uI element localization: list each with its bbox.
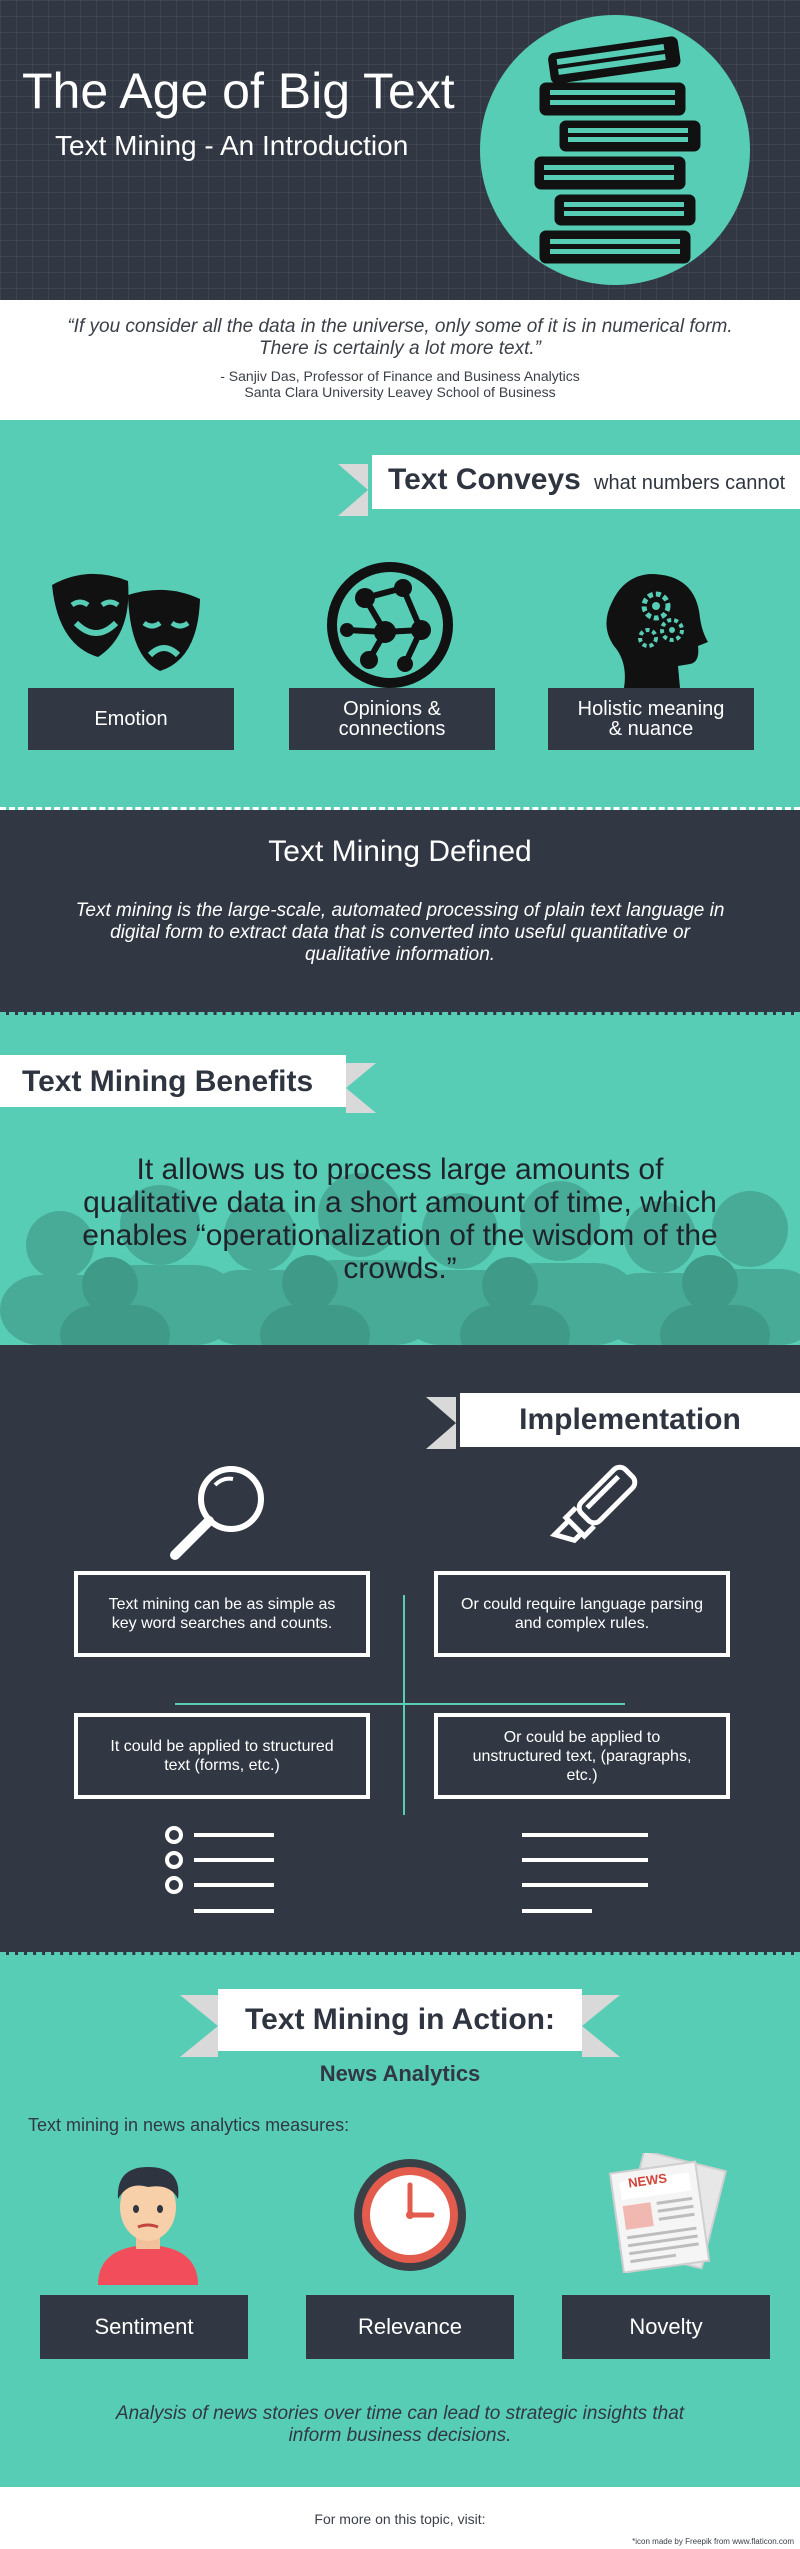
icon-credit: *icon made by Freepik from www.flaticon.… bbox=[632, 2537, 794, 2546]
measure-box-sentiment: Sentiment bbox=[40, 2295, 248, 2359]
text-conveys-section: Text Conveys what numbers cannot Emotion… bbox=[0, 420, 800, 810]
ribbon-fold bbox=[426, 1397, 456, 1423]
magnifying-glass-icon bbox=[170, 1466, 264, 1560]
benefits-section: Text Mining Benefits It allows us to pro… bbox=[0, 1015, 800, 1345]
attribution-line-2: Santa Clara University Leavey School of … bbox=[244, 384, 556, 400]
footer-text: For more on this topic, visit: bbox=[314, 2511, 486, 2527]
attribution-line-1: - Sanjiv Das, Professor of Finance and B… bbox=[220, 368, 580, 384]
clock-icon bbox=[354, 2159, 466, 2271]
benefits-ribbon: Text Mining Benefits bbox=[0, 1055, 346, 1107]
ribbon-fold bbox=[582, 2026, 620, 2057]
benefits-body: It allows us to process large amounts of… bbox=[82, 1153, 718, 1285]
implementation-heading: Implementation bbox=[519, 1403, 741, 1436]
paragraph-text-icon bbox=[522, 1833, 648, 1913]
action-section: Text Mining in Action: News Analytics Te… bbox=[0, 1955, 800, 2487]
defined-section: Text Mining Defined Text mining is the l… bbox=[0, 810, 800, 1015]
action-conclusion: Analysis of news stories over time can l… bbox=[115, 2403, 685, 2446]
head-gears-icon bbox=[606, 574, 708, 688]
theater-masks-icon bbox=[52, 573, 200, 671]
ribbon-fold bbox=[582, 1995, 620, 2026]
divider-vertical bbox=[403, 1595, 405, 1815]
measure-box-relevance: Relevance bbox=[306, 2295, 514, 2359]
person-avatar-icon bbox=[98, 2167, 198, 2285]
network-globe-icon bbox=[327, 562, 453, 688]
conveys-box-opinions: Opinions & connections bbox=[289, 688, 495, 750]
ribbon-fold bbox=[346, 1088, 376, 1113]
implementation-box-unstructured: Or could be applied to unstructured text… bbox=[434, 1713, 730, 1799]
implementation-ribbon: Implementation bbox=[460, 1393, 800, 1447]
defined-heading: Text Mining Defined bbox=[268, 835, 532, 868]
benefits-heading: Text Mining Benefits bbox=[22, 1065, 314, 1098]
action-subheading: News Analytics bbox=[319, 2061, 481, 2086]
footer: For more on this topic, visit: *icon mad… bbox=[0, 2487, 800, 2549]
ribbon-fold bbox=[346, 1063, 376, 1088]
divider-horizontal bbox=[175, 1703, 625, 1705]
quote-text: “If you consider all the data in the uni… bbox=[67, 316, 733, 359]
page-title: The Age of Big Text bbox=[22, 63, 455, 119]
implementation-section: Implementation Text mining can be as sim… bbox=[0, 1345, 800, 1955]
ribbon-fold bbox=[180, 2026, 218, 2057]
implementation-box-complex: Or could require language parsing and co… bbox=[434, 1571, 730, 1657]
implementation-box-simple: Text mining can be as simple as key word… bbox=[74, 1571, 370, 1657]
ribbon-fold bbox=[338, 490, 368, 516]
books-circle bbox=[480, 15, 750, 285]
bulleted-list-icon bbox=[165, 1826, 274, 1913]
conveys-ribbon: Text Conveys what numbers cannot bbox=[372, 455, 800, 509]
quote-section: “If you consider all the data in the uni… bbox=[0, 300, 800, 420]
conveys-box-emotion: Emotion bbox=[28, 688, 234, 750]
header-banner: The Age of Big Text Text Mining - An Int… bbox=[0, 0, 800, 300]
action-heading: Text Mining in Action: bbox=[245, 2003, 555, 2036]
ribbon-fold bbox=[426, 1423, 456, 1449]
action-ribbon: Text Mining in Action: bbox=[218, 1989, 582, 2051]
page-subtitle: Text Mining - An Introduction bbox=[55, 130, 409, 161]
measure-box-novelty: Novelty bbox=[562, 2295, 770, 2359]
highlighter-pen-icon bbox=[549, 1464, 638, 1544]
action-intro: Text mining in news analytics measures: bbox=[28, 2115, 350, 2135]
conveys-heading: Text Conveys bbox=[388, 463, 581, 496]
implementation-box-structured: It could be applied to structured text (… bbox=[74, 1713, 370, 1799]
ribbon-fold bbox=[338, 464, 368, 490]
book-stack-icon bbox=[534, 36, 701, 264]
ribbon-fold bbox=[180, 1995, 218, 2026]
conveys-box-holistic: Holistic meaning & nuance bbox=[548, 688, 754, 750]
quote-attribution: - Sanjiv Das, Professor of Finance and B… bbox=[100, 368, 700, 400]
defined-body: Text mining is the large-scale, automate… bbox=[75, 900, 725, 965]
conveys-heading-suffix: what numbers cannot bbox=[594, 472, 786, 494]
